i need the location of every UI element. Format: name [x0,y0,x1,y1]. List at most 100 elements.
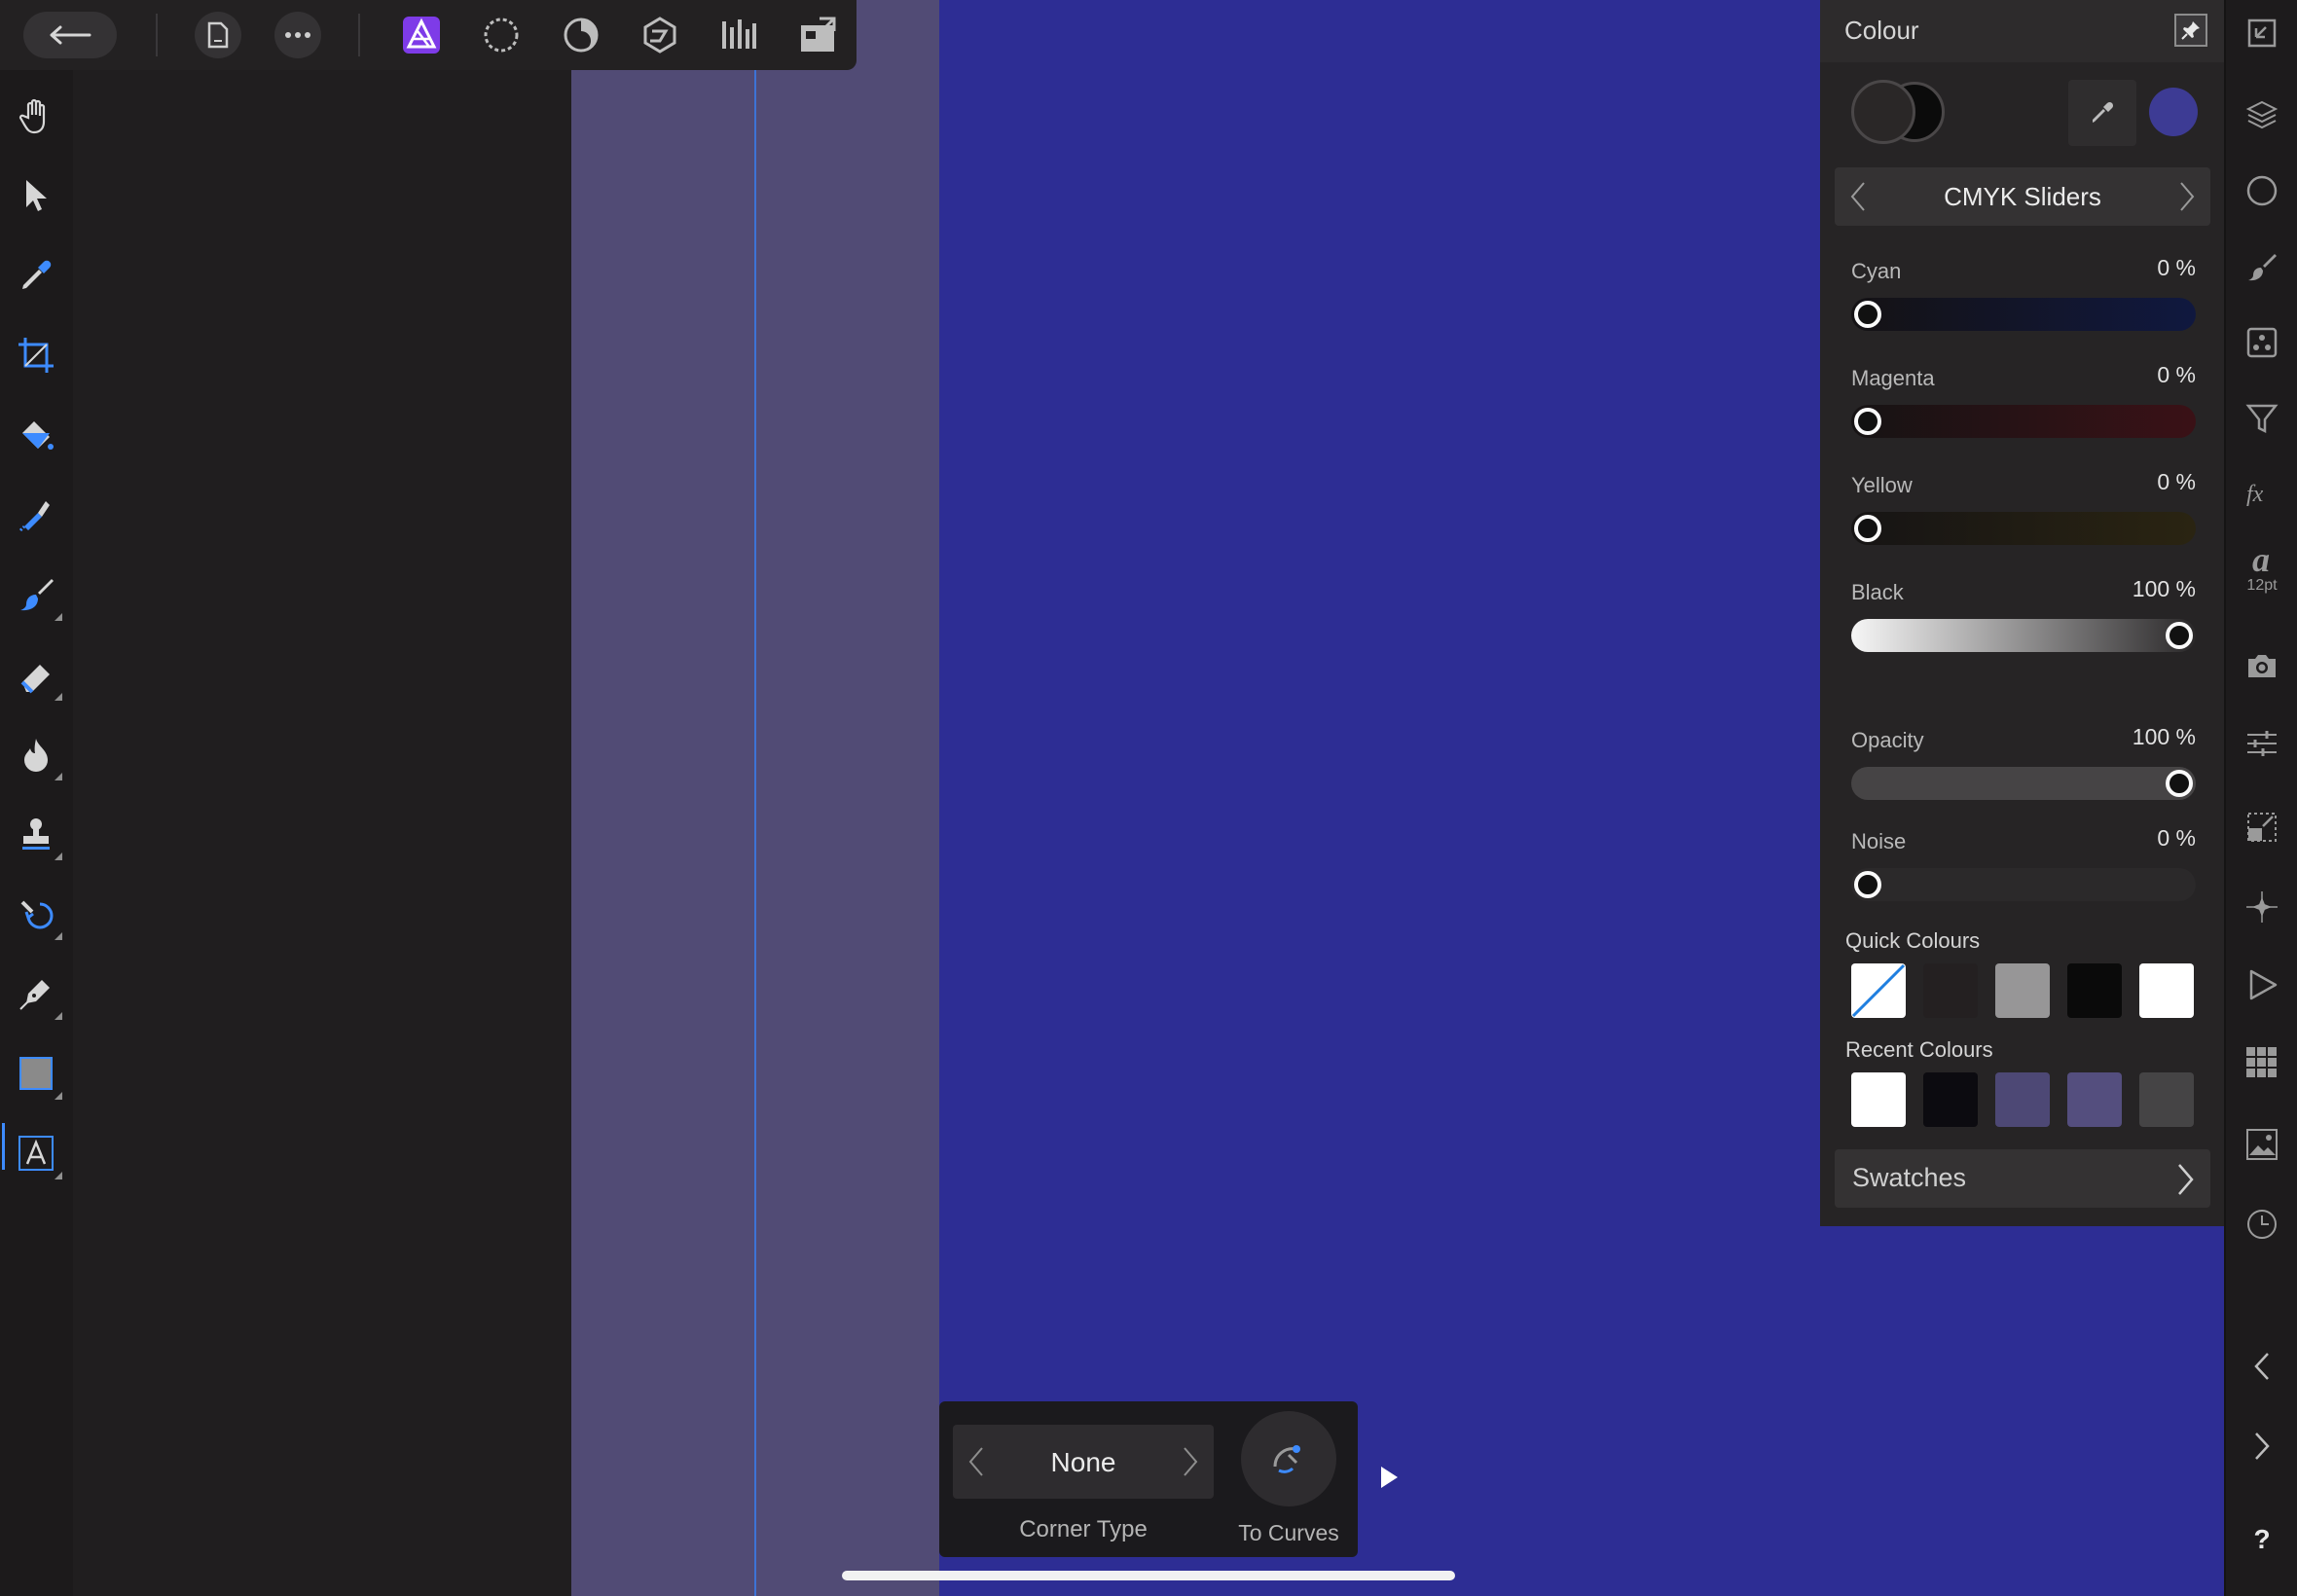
toolbar-separator [358,14,360,56]
rectangle-shape-icon [19,1057,53,1090]
yellow-slider-knob[interactable] [1854,515,1881,542]
effects-icon: fx [2246,482,2264,507]
layers-studio-button[interactable] [2235,88,2289,142]
opacity-slider-knob[interactable] [2166,770,2193,797]
view-tool[interactable] [8,88,64,144]
flood-fill-tool[interactable] [8,407,64,463]
tone-mapping-persona-icon [643,17,676,54]
rectangle-tool[interactable] [8,1045,64,1102]
black-slider-knob[interactable] [2166,622,2193,649]
tone-mapping-persona-button[interactable] [636,11,684,59]
fill-colour-well[interactable] [1851,80,1915,144]
quick-colour-swatch[interactable] [2067,963,2122,1018]
back-button[interactable] [23,12,117,58]
quick-colour-swatch[interactable] [1923,963,1978,1018]
brushes-studio-button[interactable] [2235,239,2289,294]
clone-tool[interactable] [8,806,64,862]
dither-studio-button[interactable] [2235,315,2289,370]
photo-persona-icon [403,17,440,54]
selection-brush-tool[interactable] [8,487,64,543]
transform-studio-button[interactable] [2235,800,2289,854]
view-hand-icon [18,98,46,134]
to-curves-button[interactable] [1241,1411,1336,1506]
export-persona-alt-button[interactable] [793,11,842,59]
develop-persona-button[interactable] [557,11,605,59]
noise-slider-knob[interactable] [1854,871,1881,898]
expand-toolbar-icon[interactable] [1378,1464,1400,1491]
tone-histogram-icon [722,19,756,49]
filter-studio-button[interactable] [2235,391,2289,446]
liquify-persona-icon [484,18,519,53]
cyan-slider[interactable] [1851,298,2196,331]
channels-studio-button[interactable] [2235,163,2289,218]
black-label: Black [1851,580,1904,604]
move-tool[interactable] [8,167,64,224]
recent-colour-swatch[interactable] [1923,1072,1978,1127]
panel-title: Colour [1844,16,1919,45]
dodge-burn-tool[interactable] [8,726,64,782]
history-studio-button[interactable] [2235,1197,2289,1251]
magenta-slider-knob[interactable] [1854,408,1881,435]
recent-colour-swatch[interactable] [1995,1072,2050,1127]
chevron-right-icon[interactable] [1181,1446,1200,1477]
recent-colour-swatch[interactable] [2067,1072,2122,1127]
paint-brush-tool[interactable] [8,566,64,623]
noise-slider[interactable] [1851,868,2196,901]
more-button[interactable] [274,12,321,58]
adjustments-icon [2247,731,2277,756]
erase-brush-tool[interactable] [8,646,64,703]
retouch-tool[interactable] [8,886,64,942]
colour-model-label: CMYK Sliders [1944,182,2101,211]
top-toolbar [0,0,857,70]
recent-colour-swatch[interactable] [2139,1072,2194,1127]
liquify-persona-button[interactable] [477,11,526,59]
canvas-background[interactable] [73,0,571,1596]
pen-tool[interactable] [8,965,64,1022]
recent-colour-swatch[interactable] [1851,1072,1906,1127]
help-button[interactable]: ? [2235,1512,2289,1567]
stock-image-studio-button[interactable] [2235,1117,2289,1172]
yellow-slider[interactable] [1851,512,2196,545]
effects-studio-button[interactable]: fx [2235,467,2289,522]
swatches-button[interactable]: Swatches [1835,1149,2210,1208]
text-tool[interactable] [8,1125,64,1181]
macro-studio-button[interactable] [2235,958,2289,1012]
colour-picker-tool[interactable] [8,247,64,304]
filter-icon [2245,404,2279,434]
adjustments-studio-button[interactable] [2235,716,2289,771]
opacity-label: Opacity [1851,728,1924,752]
colour-model-selector[interactable]: CMYK Sliders [1835,167,2210,226]
crop-tool[interactable] [8,327,64,383]
magenta-slider[interactable] [1851,405,2196,438]
collapse-left-button[interactable] [2235,1339,2289,1394]
text-style-studio-button[interactable]: a 12pt [2235,533,2289,603]
channels-icon [2246,175,2278,206]
camera-studio-button[interactable] [2235,638,2289,693]
chevron-right-icon[interactable] [2175,181,2199,212]
tool-group-indicator [55,613,62,621]
document-button[interactable] [195,12,241,58]
snapping-studio-button[interactable] [2235,880,2289,934]
black-slider[interactable] [1851,619,2196,652]
export-persona-button[interactable] [714,11,763,59]
quick-colour-swatch[interactable] [2139,963,2194,1018]
opacity-slider[interactable] [1851,767,2196,800]
photo-persona-button[interactable] [397,11,446,59]
pin-panel-button[interactable] [2174,14,2207,47]
quick-colour-swatch[interactable] [1995,963,2050,1018]
clone-stamp-icon [22,818,50,850]
chevron-left-icon [2254,1353,2269,1380]
navigator-studio-button[interactable] [2235,6,2289,60]
cyan-value: 0 % [2157,255,2196,280]
collapse-right-button[interactable] [2235,1419,2289,1473]
quick-colour-none[interactable] [1851,963,1906,1018]
tools-panel [0,70,73,1596]
stock-grid-studio-button[interactable] [2235,1035,2289,1090]
corner-type-selector[interactable]: None [953,1425,1214,1499]
noise-value: 0 % [2157,825,2196,851]
guide-line[interactable] [754,0,756,1596]
dither-icon [2246,327,2278,358]
colour-picker-button[interactable] [2068,80,2136,146]
picked-colour-swatch[interactable] [2149,88,2198,136]
cyan-slider-knob[interactable] [1854,301,1881,328]
